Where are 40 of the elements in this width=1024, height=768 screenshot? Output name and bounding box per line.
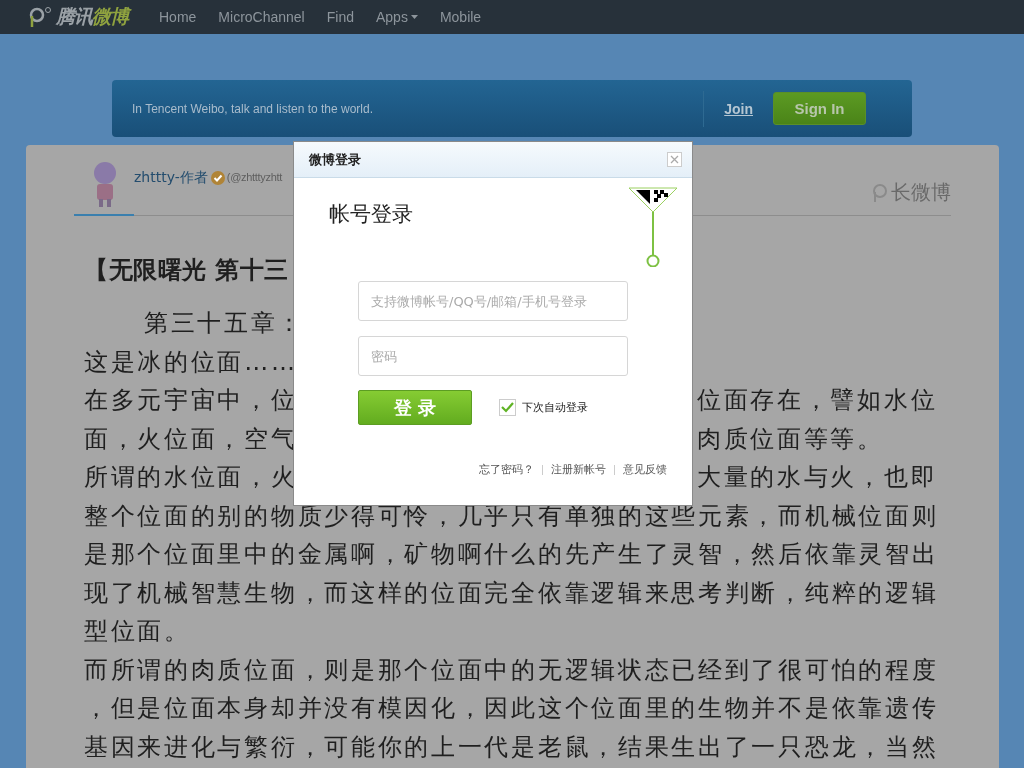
qr-code-corner-icon[interactable] bbox=[628, 187, 678, 267]
article-text: 大量的水与火，也即 bbox=[697, 462, 938, 494]
logo-icon bbox=[871, 182, 889, 203]
article-title: 【无限曙光 第十三 bbox=[84, 255, 289, 287]
account-input[interactable]: 支持微博帐号/QQ号/邮箱/手机号登录 bbox=[358, 281, 628, 321]
article-text: 这是冰的位面…… bbox=[84, 346, 298, 378]
article-text: 现了机械智慧生物，而这样的位面完全依靠逻辑来思考判断，纯粹的逻辑 bbox=[84, 577, 939, 609]
article-text: 是那个位面里中的金属啊，矿物啊什么的先产生了灵智，然后依靠灵智出 bbox=[84, 539, 939, 571]
article-text: 面，火位面，空气 bbox=[84, 423, 298, 455]
article-text: 肉质位面等等。 bbox=[697, 423, 884, 455]
article-text: 位面存在，譬如水位 bbox=[697, 385, 938, 417]
long-weibo-label: 长微博 bbox=[891, 179, 951, 206]
nav-link[interactable]: Find bbox=[315, 9, 365, 25]
logo-icon bbox=[28, 6, 54, 28]
dialog-link[interactable]: 忘了密码？ bbox=[479, 462, 534, 477]
login-button[interactable]: 登 录 bbox=[358, 390, 472, 425]
article-text: 第三十五章： bbox=[144, 308, 305, 340]
remember-label: 下次自动登录 bbox=[522, 400, 588, 415]
article-text: ，但是位面本身却并没有模因化，因此这个位面里的生物并不是依靠遗传 bbox=[84, 693, 939, 725]
remember-checkbox[interactable] bbox=[499, 399, 516, 416]
login-heading: 帐号登录 bbox=[329, 201, 413, 228]
dialog-title: 微博登录 bbox=[309, 150, 362, 169]
article-text: 型位面。 bbox=[84, 616, 191, 648]
article-text: 所谓的水位面，火 bbox=[84, 462, 298, 494]
password-input[interactable]: 密码 bbox=[358, 336, 628, 376]
nav-link[interactable]: Apps bbox=[364, 9, 429, 25]
dialog-link[interactable]: 注册新帐号 bbox=[551, 462, 606, 477]
banner-tagline: In Tencent Weibo, talk and listen to the world. bbox=[132, 101, 375, 116]
article-text: 基因来进化与繁衍，可能你的上一代是老鼠，结果生出了一只恐龙，当然 bbox=[84, 731, 939, 763]
nav-link[interactable]: Home bbox=[148, 9, 208, 25]
close-button[interactable] bbox=[667, 152, 682, 167]
nav-link[interactable]: Mobile bbox=[428, 9, 493, 25]
join-link[interactable]: Join bbox=[724, 100, 753, 117]
nav-link[interactable]: MicroChannel bbox=[207, 9, 316, 25]
sign-in-button[interactable]: Sign In bbox=[773, 92, 866, 125]
article-text: 而所谓的肉质位面，则是那个位面中的无逻辑状态已经到了很可怕的程度 bbox=[84, 654, 939, 686]
author-handle: (@zhtttyzhtt bbox=[226, 171, 283, 183]
article-text: 在多元宇宙中，位 bbox=[84, 385, 298, 417]
dialog-link[interactable]: 意见反馈 bbox=[623, 462, 667, 477]
author-name[interactable]: zhttty-作者 bbox=[134, 169, 208, 187]
